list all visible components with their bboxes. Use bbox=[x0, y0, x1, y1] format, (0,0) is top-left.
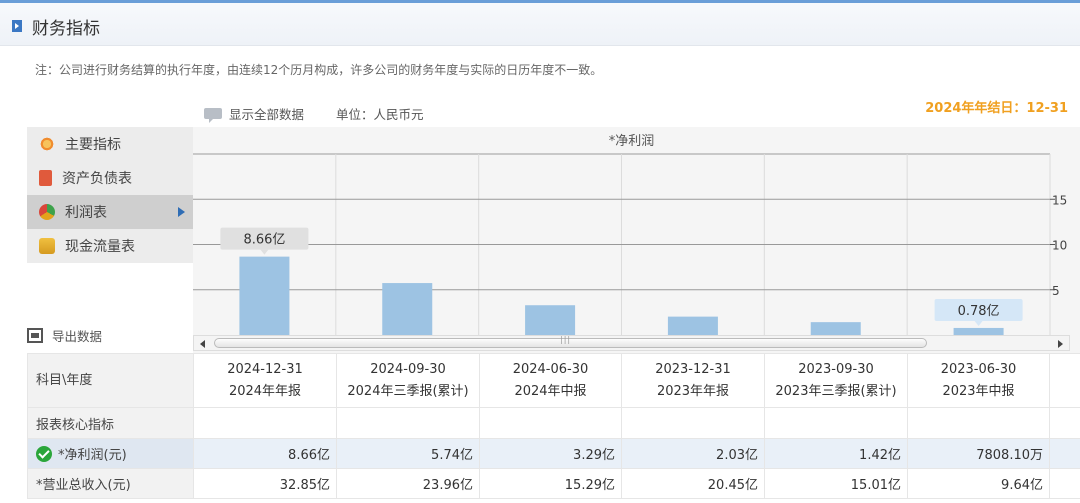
table-cell: 2.03亿 bbox=[621, 438, 765, 469]
year-end-label: 2024年年结日：12-31 bbox=[925, 101, 1068, 116]
menu-item-income-statement[interactable]: 利润表 bbox=[27, 195, 193, 229]
empty-cell bbox=[1049, 407, 1080, 439]
table-cell: 23.96亿 bbox=[336, 468, 480, 499]
column-header[interactable]: 2024-12-31 2024年年报 bbox=[193, 353, 337, 408]
chart-title: *净利润 bbox=[609, 134, 655, 149]
empty-cell bbox=[1049, 438, 1080, 469]
column-date: 2024-06-30 bbox=[512, 361, 589, 377]
y-tick-label: 15 bbox=[1052, 193, 1067, 207]
arrow-right-icon bbox=[178, 207, 185, 217]
export-icon bbox=[27, 328, 43, 343]
table-cell: 9.64亿 bbox=[907, 468, 1050, 499]
column-header[interactable]: 2023-09-30 2023年三季报(累计) bbox=[764, 353, 908, 408]
menu-item-label: 利润表 bbox=[65, 205, 107, 221]
chart-bar bbox=[810, 322, 861, 335]
empty-cell bbox=[336, 407, 480, 439]
chart-svg: *净利润 5 10 15 8.66亿 0.78亿 bbox=[193, 127, 1080, 353]
menu-item-label: 现金流量表 bbox=[65, 239, 135, 255]
table-cell: 15.29亿 bbox=[479, 468, 622, 499]
table-row-revenue[interactable]: *营业总收入(元) 32.85亿 23.96亿 15.29亿 20.45亿 15… bbox=[27, 468, 1080, 499]
row-label: *营业总收入(元) bbox=[27, 468, 194, 499]
chart-toolbar: 显示全部数据 单位：人民币元 bbox=[204, 104, 424, 123]
financial-table: 科目\年度 2024-12-31 2024年年报 2024-09-30 2024年三… bbox=[27, 353, 1080, 499]
empty-cell bbox=[479, 407, 622, 439]
column-report: 2023年中报 bbox=[942, 383, 1015, 399]
empty-cell bbox=[764, 407, 908, 439]
unit-label: 单位：人民币元 bbox=[336, 107, 424, 122]
chart-bar bbox=[382, 283, 433, 335]
chat-bubble-icon[interactable] bbox=[204, 108, 222, 123]
table-cell: 1.42亿 bbox=[764, 438, 908, 469]
chart-scrollbar[interactable] bbox=[193, 335, 1070, 351]
column-header[interactable]: 2024-09-30 2024年三季报(累计) bbox=[336, 353, 480, 408]
menu-item-balance-sheet[interactable]: 资产负债表 bbox=[27, 161, 193, 195]
column-date: 2023-09-30 bbox=[798, 361, 874, 377]
column-report: 2023年三季报(累计) bbox=[775, 383, 897, 399]
empty-cell bbox=[907, 407, 1050, 439]
empty-cell bbox=[621, 407, 765, 439]
page-title: 财务指标 bbox=[32, 19, 100, 39]
empty-cell bbox=[193, 407, 337, 439]
column-date: 2023-06-30 bbox=[940, 361, 1017, 377]
column-date: 2024-09-30 bbox=[370, 361, 446, 377]
statement-menu: 主要指标 资产负债表 利润表 现金流量表 bbox=[27, 127, 193, 263]
menu-item-label: 主要指标 bbox=[65, 137, 121, 153]
data-label: 8.66亿 bbox=[243, 233, 285, 248]
table-cell: 32.85亿 bbox=[193, 468, 337, 499]
chart-bar bbox=[667, 316, 718, 335]
section-label: 报表核心指标 bbox=[27, 407, 194, 439]
row-label-text: *净利润(元) bbox=[58, 448, 127, 463]
table-section-row: 报表核心指标 bbox=[27, 407, 1080, 439]
y-tick-label: 10 bbox=[1052, 239, 1067, 253]
column-header[interactable]: 2024-06-30 2024年中报 bbox=[479, 353, 622, 408]
chart-bar bbox=[953, 327, 1004, 335]
scroll-right-icon[interactable] bbox=[1058, 340, 1063, 348]
empty-cell bbox=[1049, 468, 1080, 499]
fiscal-year-note: 注：公司进行财务结算的执行年度，由连续12个历月构成，许多公司的财务年度与实际的… bbox=[35, 63, 603, 77]
pie-chart-icon bbox=[39, 204, 55, 220]
table-header-row: 科目\年度 2024-12-31 2024年年报 2024-09-30 2024年三… bbox=[27, 353, 1080, 408]
net-profit-chart: *净利润 5 10 15 8.66亿 0.78亿 bbox=[193, 127, 1080, 353]
coins-icon bbox=[39, 238, 55, 254]
table-cell: 20.45亿 bbox=[621, 468, 765, 499]
chart-bar bbox=[525, 305, 576, 335]
scroll-left-icon[interactable] bbox=[200, 340, 205, 348]
check-circle-icon bbox=[36, 446, 52, 462]
table-cell: 5.74亿 bbox=[336, 438, 480, 469]
export-label: 导出数据 bbox=[52, 329, 103, 344]
menu-item-label: 资产负债表 bbox=[62, 171, 132, 187]
column-report: 2024年中报 bbox=[514, 383, 587, 399]
menu-item-main-indicators[interactable]: 主要指标 bbox=[27, 127, 193, 161]
column-report: 2024年三季报(累计) bbox=[347, 383, 469, 399]
column-header[interactable]: 2023-12-31 2023年年报 bbox=[621, 353, 765, 408]
section-marker-icon bbox=[12, 20, 22, 32]
column-header-filler bbox=[1049, 353, 1080, 408]
section-header: 财务指标 bbox=[0, 0, 1080, 46]
menu-item-cash-flow[interactable]: 现金流量表 bbox=[27, 229, 193, 263]
scrollbar-thumb[interactable] bbox=[214, 335, 927, 348]
chart-bar bbox=[239, 256, 290, 335]
table-cell: 15.01亿 bbox=[764, 468, 908, 499]
column-report: 2024年年报 bbox=[228, 383, 302, 399]
column-header[interactable]: 2023-06-30 2023年中报 bbox=[907, 353, 1050, 408]
column-report: 2023年年报 bbox=[656, 383, 730, 399]
row-label: *净利润(元) bbox=[27, 438, 194, 469]
export-data-button[interactable]: 导出数据 bbox=[27, 326, 102, 345]
corner-header: 科目\年度 bbox=[27, 353, 194, 408]
y-tick-label: 5 bbox=[1052, 284, 1060, 298]
table-cell: 7808.10万 bbox=[907, 438, 1050, 469]
table-cell: 8.66亿 bbox=[193, 438, 337, 469]
column-date: 2023-12-31 bbox=[655, 361, 731, 377]
document-icon bbox=[39, 170, 52, 186]
table-row-net-profit[interactable]: *净利润(元) 8.66亿 5.74亿 3.29亿 2.03亿 1.42亿 78… bbox=[27, 438, 1080, 469]
gear-sun-icon bbox=[39, 136, 55, 152]
table-cell: 3.29亿 bbox=[479, 438, 622, 469]
column-date: 2024-12-31 bbox=[227, 361, 303, 377]
data-label: 0.78亿 bbox=[958, 304, 1000, 319]
show-all-data-link[interactable]: 显示全部数据 bbox=[229, 104, 304, 123]
